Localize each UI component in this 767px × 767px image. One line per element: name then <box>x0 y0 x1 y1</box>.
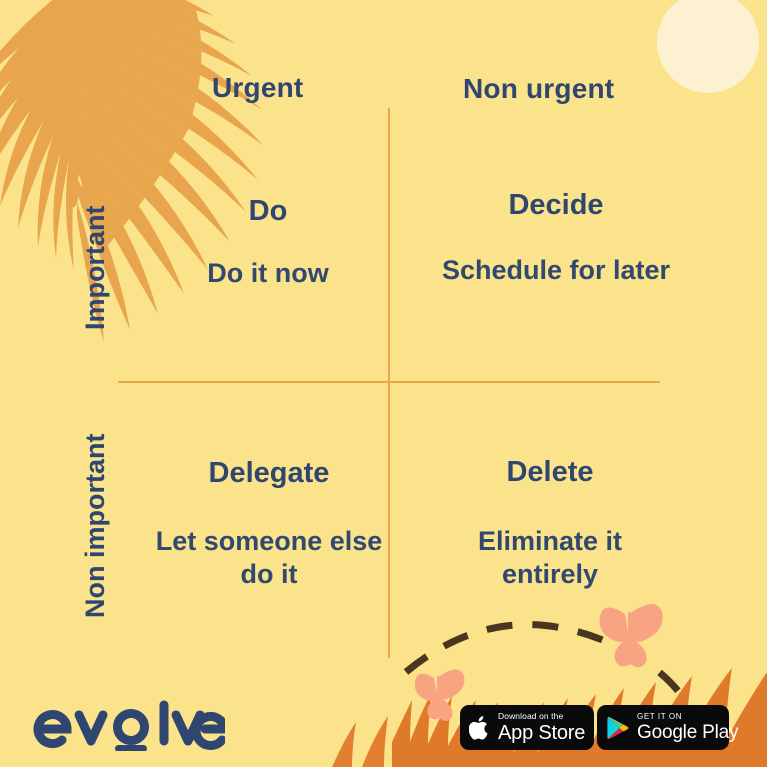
butterfly-large-icon <box>599 604 663 668</box>
evolve-logo[interactable] <box>33 699 225 751</box>
quadrant-do: Do Do it now <box>150 195 386 290</box>
quadrant-delete: Delete Eliminate it entirely <box>430 456 670 591</box>
quadrant-decide-description: Schedule for later <box>441 254 671 285</box>
quadrant-delegate: Delegate Let someone else do it <box>148 457 390 591</box>
google-play-badge-big-text: Google Play <box>637 722 739 743</box>
apple-logo-icon <box>469 715 491 741</box>
app-store-badge[interactable]: Download on the App Store <box>460 705 594 750</box>
decorations-layer <box>0 0 767 767</box>
row-header-non-important: Non important <box>80 433 110 618</box>
google-play-badge-small-text: GET IT ON <box>637 712 683 721</box>
eisenhower-matrix-poster: Urgent Non urgent Important Non importan… <box>0 0 767 767</box>
quadrant-delegate-title: Delegate <box>208 457 330 489</box>
matrix-horizontal-divider <box>118 381 660 383</box>
row-header-important: Important <box>80 205 110 331</box>
app-store-badge-small-text: Download on the <box>498 711 564 722</box>
quadrant-do-title: Do <box>248 195 288 227</box>
app-store-badge-big-text: App Store <box>498 721 586 744</box>
column-header-urgent: Urgent <box>212 72 304 103</box>
column-header-non-urgent: Non urgent <box>463 73 615 104</box>
quadrant-delete-description: Eliminate it entirely <box>477 525 623 589</box>
quadrant-do-description: Do it now <box>207 257 329 288</box>
google-play-triangle-icon <box>606 715 630 741</box>
quadrant-decide-title: Decide <box>508 189 604 221</box>
sun-circle <box>657 0 759 93</box>
palm-frond-icon <box>0 0 264 342</box>
google-play-badge-text: GET IT ON Google Play <box>637 712 739 743</box>
evolve-o-ring-icon <box>115 745 147 751</box>
quadrant-decide: Decide Schedule for later <box>436 189 676 287</box>
app-store-badge-text: Download on the App Store <box>498 712 585 743</box>
evolve-wordmark <box>33 700 225 751</box>
butterfly-small-icon <box>414 669 465 721</box>
quadrant-delete-title: Delete <box>506 456 594 488</box>
google-play-badge[interactable]: GET IT ON Google Play <box>597 705 739 750</box>
quadrant-delegate-description: Let someone else do it <box>155 525 383 589</box>
